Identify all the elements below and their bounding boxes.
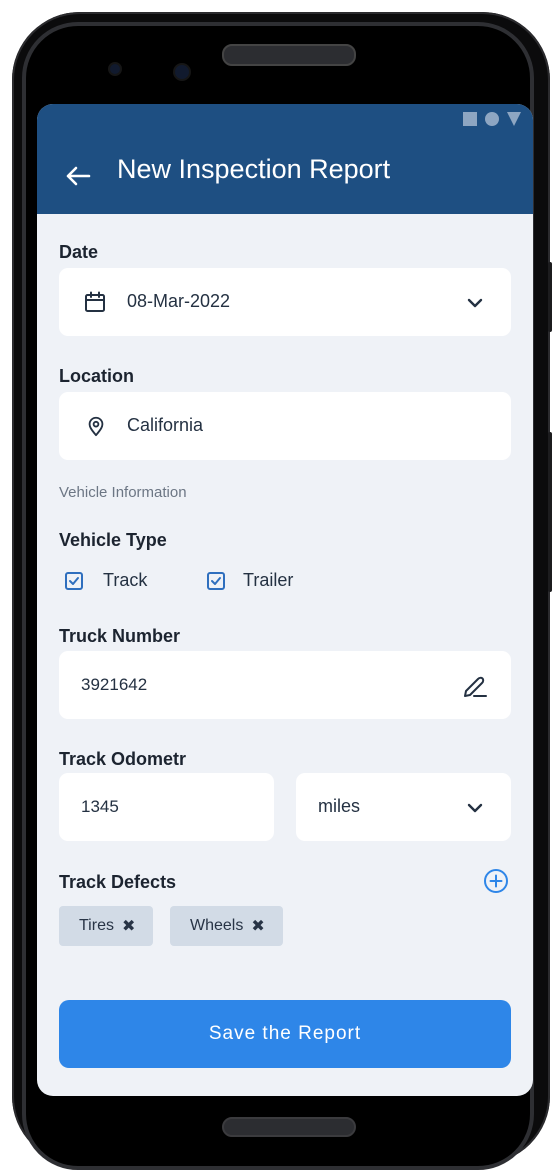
trailer-checkbox[interactable]: [207, 572, 225, 590]
side-button-bottom: [548, 432, 552, 592]
status-bar-icons: [463, 112, 521, 126]
track-checkbox[interactable]: [65, 572, 83, 590]
earpiece-speaker: [222, 44, 356, 66]
location-pin-icon: [88, 416, 104, 437]
status-circle-icon: [485, 112, 499, 126]
vehicle-info-heading: Vehicle Information: [59, 484, 187, 501]
app-bar: New Inspection Report: [37, 104, 533, 214]
defect-chip-label: Tires: [79, 917, 114, 934]
calendar-icon: [85, 291, 105, 312]
odometer-unit-value: miles: [318, 796, 361, 816]
front-camera-right: [175, 65, 189, 79]
status-square-icon: [463, 112, 477, 126]
page-title: New Inspection Report: [117, 154, 391, 184]
defect-chip-label: Wheels: [190, 917, 244, 934]
edit-pencil-icon[interactable]: [461, 671, 489, 699]
truck-number-value: 3921642: [81, 675, 148, 694]
defect-chip-tires: Tires ✖: [59, 906, 154, 946]
odometer-value: 1345: [81, 797, 119, 816]
defects-label: Track Defects: [59, 872, 177, 892]
date-value: 08-Mar-2022: [127, 291, 231, 311]
track-checkbox-label: Track: [103, 570, 148, 590]
bottom-speaker: [222, 1117, 356, 1137]
back-arrow-icon[interactable]: [63, 161, 93, 191]
odometer-input[interactable]: 1345: [59, 773, 274, 841]
date-label: Date: [59, 242, 99, 262]
trailer-checkbox-label: Trailer: [243, 570, 294, 590]
odometer-unit-select[interactable]: miles: [296, 773, 511, 841]
status-triangle-icon: [507, 112, 521, 126]
save-report-button[interactable]: Save the Report: [59, 1000, 511, 1068]
side-button-top: [548, 262, 552, 332]
app-screen: New Inspection Report Date 08-Mar-2022 L…: [37, 104, 533, 1096]
defect-chip-wheels: Wheels ✖: [170, 906, 283, 946]
location-field[interactable]: California: [59, 392, 511, 460]
location-label: Location: [59, 366, 134, 386]
front-camera-left: [110, 64, 120, 74]
date-picker[interactable]: 08-Mar-2022: [59, 268, 511, 336]
remove-chip-icon[interactable]: ✖: [251, 916, 264, 936]
truck-number-field[interactable]: 3921642: [59, 651, 511, 719]
vehicle-type-label: Vehicle Type: [59, 530, 167, 550]
location-value: California: [127, 415, 204, 435]
add-defect-plus-icon[interactable]: [483, 868, 509, 894]
chevron-down-icon: [467, 803, 483, 813]
checkmark-icon: [211, 577, 221, 585]
truck-number-label: Truck Number: [59, 626, 181, 646]
checkmark-icon: [69, 577, 79, 585]
chevron-down-icon: [467, 298, 483, 308]
odometer-label: Track Odometr: [59, 749, 187, 769]
remove-chip-icon[interactable]: ✖: [122, 916, 135, 936]
